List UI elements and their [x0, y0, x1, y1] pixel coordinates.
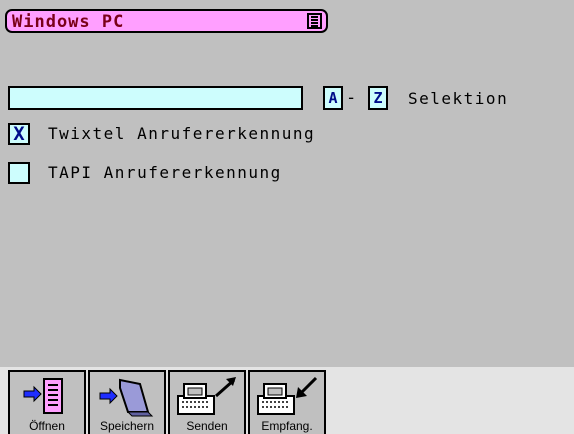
- fax-receive-icon: [257, 376, 318, 415]
- twixtel-label: Twixtel Anrufererkennung: [48, 124, 316, 143]
- open-document-icon: [23, 378, 63, 414]
- bottom-toolbar: Öffnen Speichern Senden Empfang.: [0, 367, 574, 434]
- open-button-label: Öffnen: [29, 419, 65, 433]
- selection-label: Selektion: [408, 89, 509, 108]
- receive-button-label: Empfang.: [261, 419, 313, 433]
- send-button-label: Senden: [186, 419, 228, 433]
- twixtel-checkbox[interactable]: X: [8, 123, 30, 145]
- open-button[interactable]: Öffnen: [8, 370, 86, 434]
- tapi-label: TAPI Anrufererkennung: [48, 163, 282, 182]
- tapi-checkbox[interactable]: [8, 162, 30, 184]
- save-button[interactable]: Speichern: [88, 370, 166, 434]
- key-z-button[interactable]: Z: [368, 86, 388, 110]
- save-folder-icon: [99, 378, 154, 417]
- fax-send-icon: [177, 377, 236, 415]
- receive-button[interactable]: Empfang.: [248, 370, 326, 434]
- selection-input[interactable]: [8, 86, 303, 110]
- key-a-button[interactable]: A: [323, 86, 343, 110]
- app-window: Windows PC A - Z Selektion X Twixtel Anr…: [0, 0, 574, 434]
- range-separator: -: [346, 88, 357, 108]
- window-title: Windows PC: [12, 12, 125, 32]
- menu-icon[interactable]: [307, 13, 322, 29]
- save-button-label: Speichern: [99, 419, 155, 433]
- send-button[interactable]: Senden: [168, 370, 246, 434]
- title-bar: Windows PC: [5, 9, 328, 33]
